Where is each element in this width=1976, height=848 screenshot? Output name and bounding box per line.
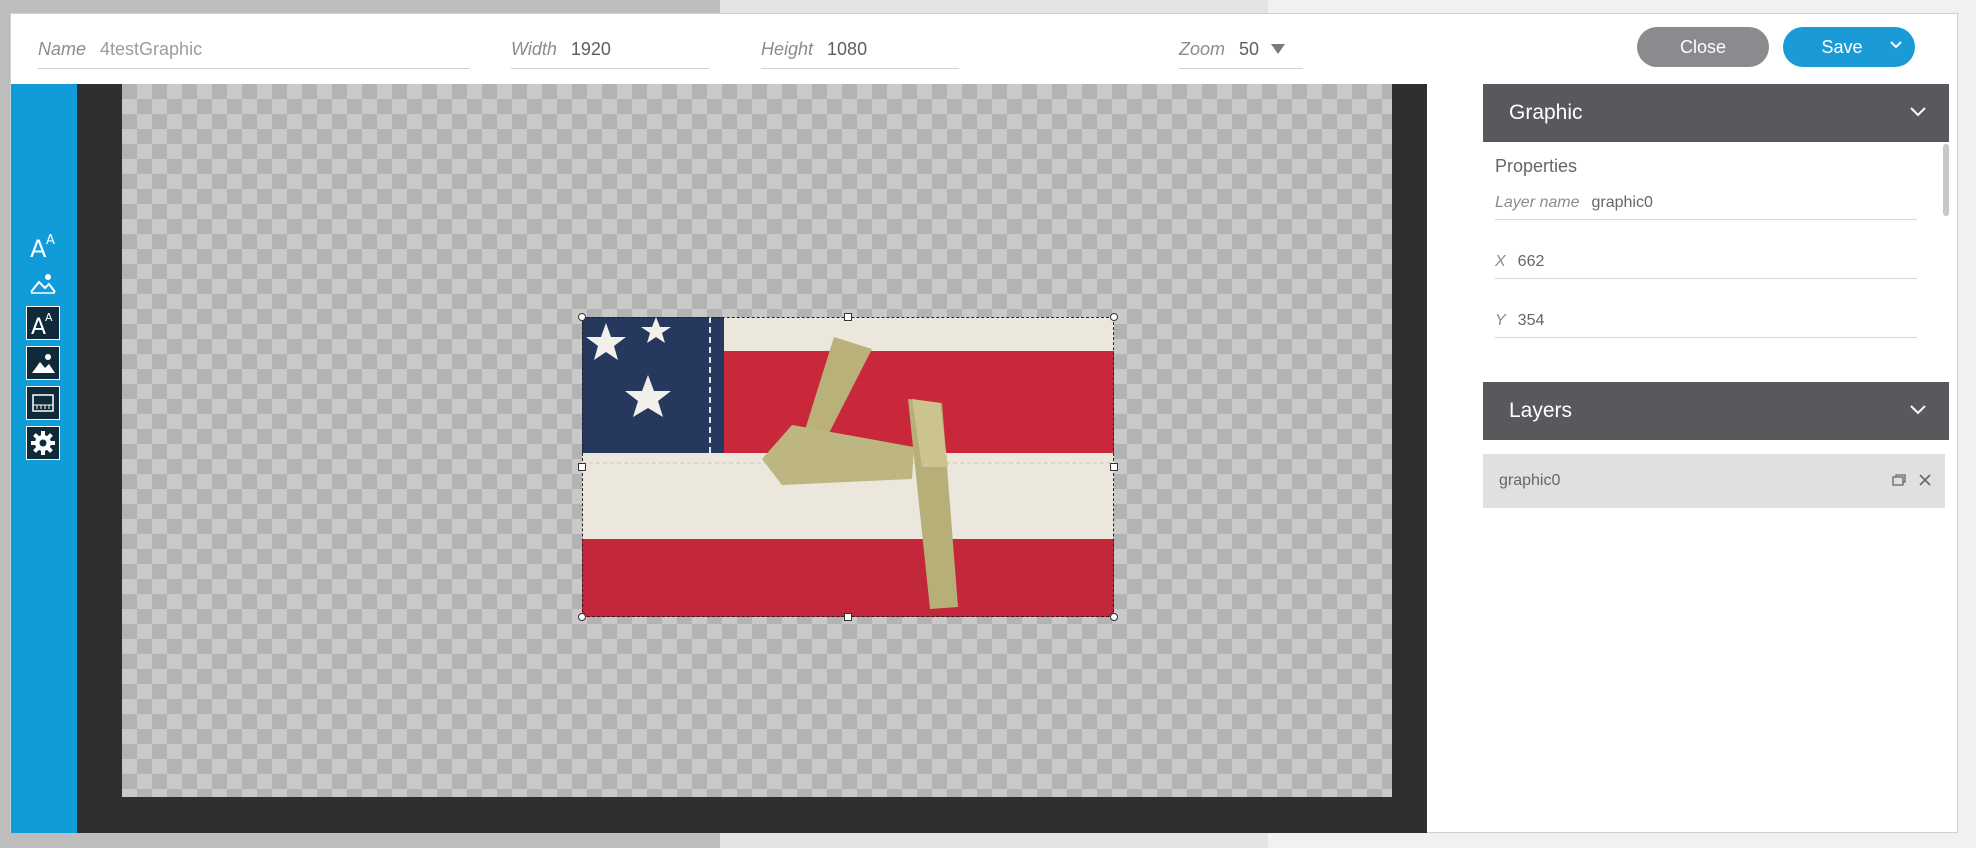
layer-name-label: Layer name [1495,194,1580,211]
y-label: Y [1495,312,1506,329]
name-field[interactable]: Name 4testGraphic [38,30,470,69]
name-input[interactable]: 4testGraphic [100,39,202,60]
svg-text:A: A [46,233,55,248]
height-field[interactable]: Height 1080 [761,30,959,69]
layers-panel-title: Layers [1509,399,1573,422]
y-field[interactable]: Y 354 [1495,305,1917,338]
graphic-panel-header[interactable]: Graphic [1483,84,1949,142]
duplicate-icon[interactable] [1891,472,1907,488]
save-button[interactable]: Save [1783,27,1915,67]
caret-down-icon[interactable] [1271,44,1286,54]
resize-handle-se[interactable] [1110,613,1118,621]
layer-item[interactable]: graphic0 [1483,454,1945,508]
canvas-area [77,84,1427,833]
height-input[interactable]: 1080 [827,39,867,60]
settings-gear-icon[interactable] [26,426,60,460]
close-button[interactable]: Close [1637,27,1769,67]
artboard-transparent[interactable] [122,84,1392,797]
editor-toolbar: Name 4testGraphic Width 1920 Height 1080… [11,14,1957,84]
resize-handle-ne[interactable] [1110,313,1118,321]
layer-name-input[interactable]: graphic0 [1592,194,1653,212]
layer-name-field[interactable]: Layer name graphic0 [1495,187,1917,220]
resize-handle-e[interactable] [1110,463,1118,471]
selection-box[interactable] [582,317,1114,617]
x-field[interactable]: X 662 [1495,246,1917,279]
resize-handle-s[interactable] [844,613,852,621]
tool-sidebar: A A A A [11,84,77,833]
resize-handle-nw[interactable] [578,313,586,321]
layers-panel-header[interactable]: Layers [1483,382,1949,440]
zoom-label: Zoom [1179,38,1226,59]
chevron-down-icon[interactable] [1909,106,1927,118]
width-input[interactable]: 1920 [571,39,611,60]
text-layer-icon[interactable]: A A [26,306,60,340]
x-label: X [1495,253,1506,270]
delete-close-icon[interactable] [1917,472,1933,488]
y-input[interactable]: 354 [1518,312,1545,330]
x-input[interactable]: 662 [1518,253,1545,271]
graphic-layer-image[interactable] [578,313,1118,621]
width-label: Width [511,38,557,59]
zoom-select[interactable]: Zoom 50 [1179,30,1303,69]
graphic-panel-title: Graphic [1509,101,1583,124]
svg-text:A: A [45,311,53,324]
add-text-icon[interactable]: A A [27,229,59,261]
resize-handle-w[interactable] [578,463,586,471]
add-image-icon[interactable] [27,267,59,299]
resize-handle-sw[interactable] [578,613,586,621]
name-label: Name [38,38,87,59]
chevron-down-icon[interactable] [1909,404,1927,416]
width-field[interactable]: Width 1920 [511,30,709,69]
layer-item-name: graphic0 [1499,472,1561,489]
properties-scrollbar[interactable] [1943,144,1949,216]
save-button-label: Save [1821,36,1863,57]
close-button-label: Close [1679,36,1727,57]
image-layer-icon[interactable] [26,346,60,380]
properties-title: Properties [1495,156,1578,176]
svg-text:A: A [31,315,46,337]
chevron-down-icon[interactable] [1889,38,1903,52]
ruler-icon[interactable] [26,386,60,420]
svg-text:A: A [30,235,47,260]
graphic-editor-modal: Name 4testGraphic Width 1920 Height 1080… [10,13,1958,833]
zoom-value[interactable]: 50 [1239,39,1259,60]
height-label: Height [761,38,814,59]
resize-handle-n[interactable] [844,313,852,321]
